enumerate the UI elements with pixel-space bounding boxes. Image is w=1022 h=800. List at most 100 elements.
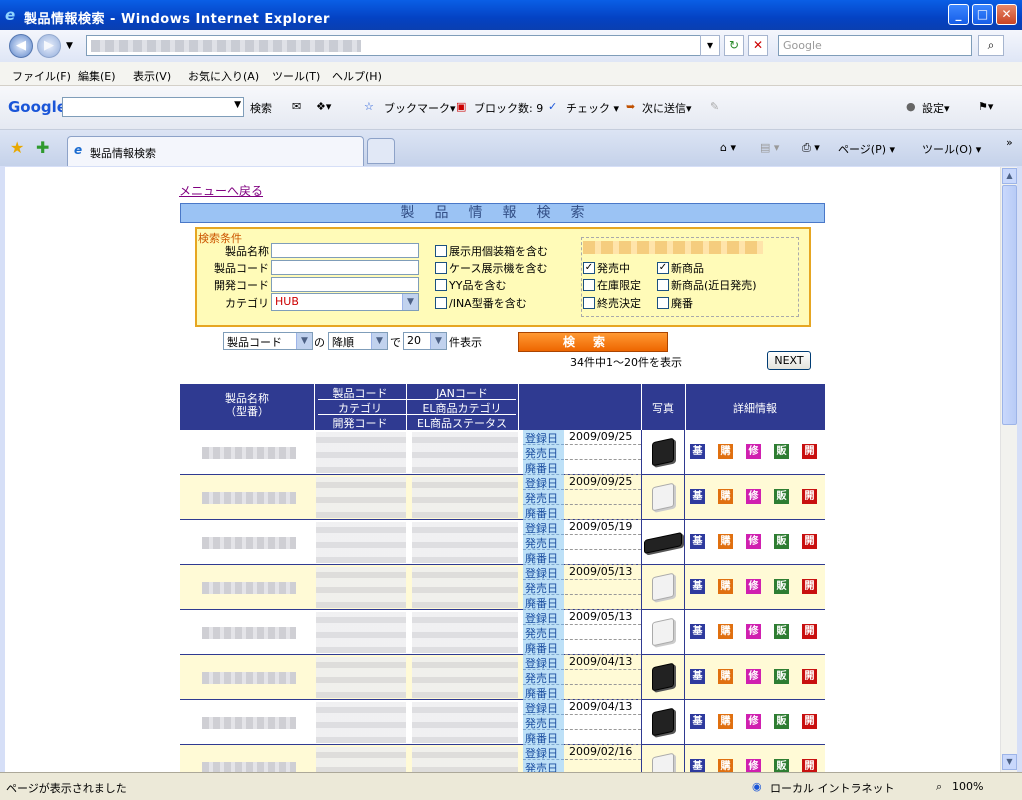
search-button[interactable]: 検索 <box>518 332 668 352</box>
action-button[interactable]: 開 <box>802 759 817 772</box>
search-input[interactable]: Google <box>778 35 972 56</box>
checkbox-yy[interactable]: YY品を含む <box>435 277 506 293</box>
menu-file[interactable]: ファイル(F) <box>12 68 71 84</box>
puzzle-icon[interactable]: ❖▾ <box>316 100 331 113</box>
menu-tools[interactable]: ツール(T) <box>272 68 320 84</box>
scroll-thumb[interactable] <box>1002 185 1017 425</box>
action-button[interactable]: 基 <box>690 669 705 684</box>
action-button[interactable]: 開 <box>802 624 817 639</box>
menu-help[interactable]: ヘルプ(H) <box>332 68 382 84</box>
refresh-icon[interactable]: ↻ <box>724 35 744 56</box>
action-button[interactable]: 販 <box>774 624 789 639</box>
action-button[interactable]: 購 <box>718 444 733 459</box>
action-button[interactable]: 修 <box>746 759 761 772</box>
action-button[interactable]: 修 <box>746 534 761 549</box>
sort-field-select[interactable]: 製品コード ▼ <box>223 332 313 350</box>
action-button[interactable]: 購 <box>718 534 733 549</box>
dev-code-input[interactable] <box>271 277 419 292</box>
action-button[interactable]: 修 <box>746 624 761 639</box>
vertical-scrollbar[interactable]: ▲ ▼ <box>1000 167 1017 772</box>
address-dropdown-icon[interactable]: ▾ <box>700 35 720 56</box>
search-icon[interactable]: ⌕ <box>978 35 1004 56</box>
checkbox-new-soon[interactable]: 新商品(近日発売) <box>657 277 757 293</box>
chevron-right-icon[interactable]: » <box>1006 136 1013 149</box>
forward-button[interactable]: ▶ <box>37 34 61 58</box>
action-button[interactable]: 購 <box>718 489 733 504</box>
news-icon[interactable]: ✉ <box>292 100 301 113</box>
zoom-level[interactable]: 100% <box>952 780 983 793</box>
favorites-star-icon[interactable]: ★ <box>10 138 24 157</box>
add-favorite-icon[interactable]: ✚ <box>36 138 49 157</box>
google-search-button[interactable]: 検索 <box>250 100 272 116</box>
spellcheck-button[interactable]: チェック ▾ <box>566 100 619 116</box>
action-button[interactable]: 購 <box>718 579 733 594</box>
action-button[interactable]: 基 <box>690 624 705 639</box>
checkbox-new[interactable]: ✓ 新商品 <box>657 260 704 276</box>
checkbox-case-display[interactable]: ケース展示機を含む <box>435 260 547 276</box>
next-button[interactable]: NEXT <box>767 351 811 370</box>
action-button[interactable]: 開 <box>802 534 817 549</box>
action-button[interactable]: 修 <box>746 669 761 684</box>
menu-edit[interactable]: 編集(E) <box>78 68 116 84</box>
action-button[interactable]: 開 <box>802 444 817 459</box>
action-button[interactable]: 修 <box>746 444 761 459</box>
minimize-button[interactable]: _ <box>948 4 969 25</box>
action-button[interactable]: 販 <box>774 669 789 684</box>
scroll-down-icon[interactable]: ▼ <box>1002 754 1017 770</box>
checkbox-discontinue-decided[interactable]: 終売決定 <box>583 295 641 311</box>
action-button[interactable]: 基 <box>690 444 705 459</box>
maximize-button[interactable]: □ <box>972 4 993 25</box>
action-button[interactable]: 販 <box>774 534 789 549</box>
scroll-up-icon[interactable]: ▲ <box>1002 168 1017 184</box>
action-button[interactable]: 基 <box>690 489 705 504</box>
google-search-input[interactable]: ▼ <box>62 97 244 117</box>
product-code-input[interactable] <box>271 260 419 275</box>
action-button[interactable]: 修 <box>746 489 761 504</box>
bookmarks-button[interactable]: ブックマーク▾ <box>384 100 456 116</box>
action-button[interactable]: 基 <box>690 534 705 549</box>
feeds-icon[interactable]: ▤ ▾ <box>760 141 779 154</box>
highlighter-icon[interactable]: ✎ <box>710 100 719 113</box>
action-button[interactable]: 基 <box>690 579 705 594</box>
action-button[interactable]: 販 <box>774 714 789 729</box>
menu-favorites[interactable]: お気に入り(A) <box>188 68 259 84</box>
category-select[interactable]: HUB ▼ <box>271 293 419 311</box>
action-button[interactable]: 販 <box>774 759 789 772</box>
print-icon[interactable]: ⎙ ▾ <box>802 141 820 155</box>
settings-button[interactable]: 設定▾ <box>922 100 950 116</box>
action-button[interactable]: 開 <box>802 579 817 594</box>
action-button[interactable]: 購 <box>718 624 733 639</box>
user-icon[interactable]: ⚑▾ <box>978 100 993 113</box>
new-tab-button[interactable] <box>367 138 395 164</box>
menu-back-link[interactable]: メニューへ戻る <box>179 182 263 199</box>
action-button[interactable]: 開 <box>802 714 817 729</box>
action-button[interactable]: 販 <box>774 579 789 594</box>
action-button[interactable]: 開 <box>802 489 817 504</box>
action-button[interactable]: 購 <box>718 669 733 684</box>
history-dropdown-icon[interactable]: ▼ <box>66 41 73 51</box>
page-menu-button[interactable]: ページ(P) ▾ <box>838 141 895 157</box>
action-button[interactable]: 基 <box>690 714 705 729</box>
checkbox-on-sale[interactable]: ✓ 発売中 <box>583 260 630 276</box>
action-button[interactable]: 購 <box>718 714 733 729</box>
action-button[interactable]: 開 <box>802 669 817 684</box>
checkbox-display-box[interactable]: 展示用個装箱を含む <box>435 243 548 259</box>
popup-blocked-count[interactable]: ブロック数: 9 <box>474 100 543 116</box>
tools-menu-button[interactable]: ツール(O) ▾ <box>922 141 981 157</box>
back-button[interactable]: ◀ <box>9 34 33 58</box>
checkbox-discontinued[interactable]: 廃番 <box>657 295 693 311</box>
address-input[interactable] <box>86 35 716 56</box>
action-button[interactable]: 修 <box>746 714 761 729</box>
send-to-button[interactable]: 次に送信▾ <box>642 100 692 116</box>
action-button[interactable]: 購 <box>718 759 733 772</box>
page-size-select[interactable]: 20 ▼ <box>403 332 447 350</box>
action-button[interactable]: 修 <box>746 579 761 594</box>
menu-view[interactable]: 表示(V) <box>133 68 171 84</box>
action-button[interactable]: 基 <box>690 759 705 772</box>
stop-icon[interactable]: ✕ <box>748 35 768 56</box>
action-button[interactable]: 販 <box>774 444 789 459</box>
sort-order-select[interactable]: 降順 ▼ <box>328 332 388 350</box>
action-button[interactable]: 販 <box>774 489 789 504</box>
home-icon[interactable]: ⌂ ▾ <box>720 141 736 154</box>
tab-product-search[interactable]: e 製品情報検索 <box>67 136 364 166</box>
